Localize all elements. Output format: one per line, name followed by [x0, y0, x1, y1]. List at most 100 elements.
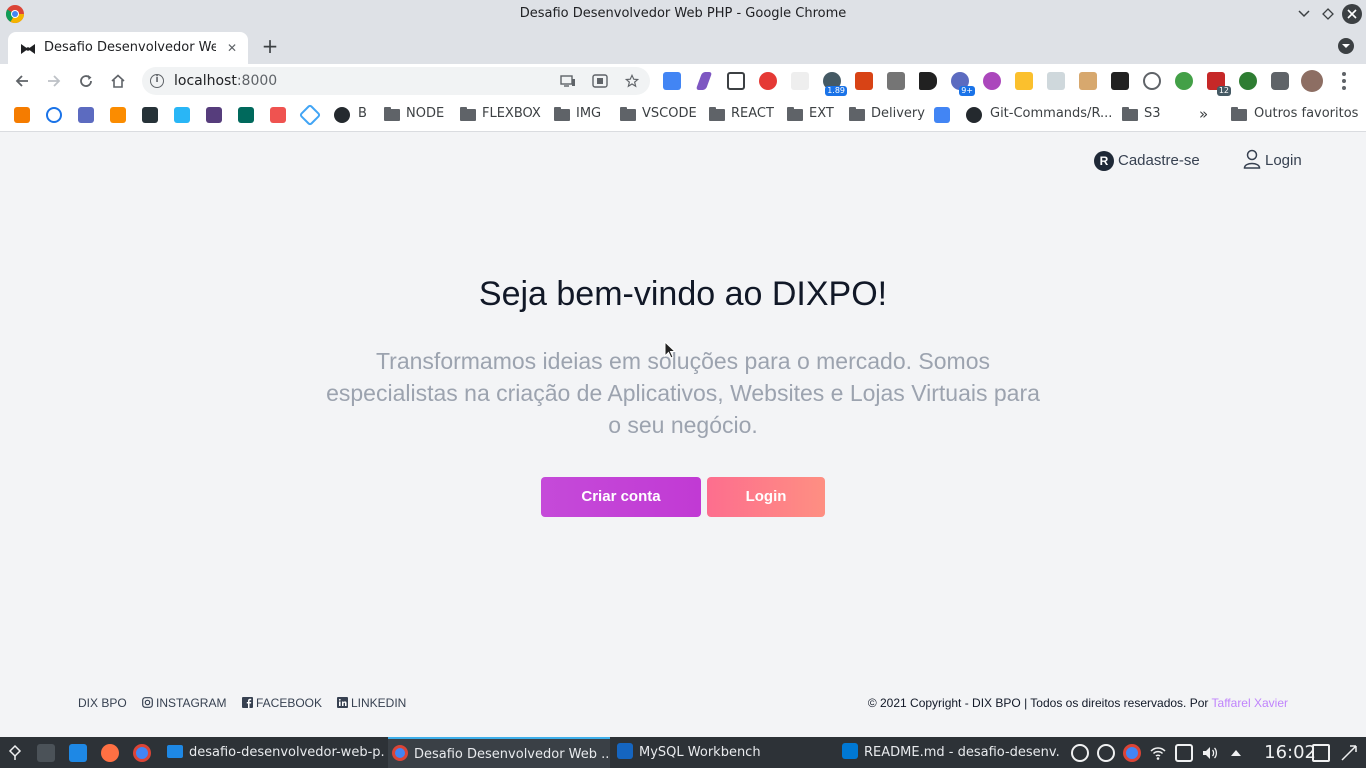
- folder-icon: [620, 107, 636, 121]
- site-info-icon[interactable]: i: [150, 74, 164, 88]
- diamond-icon: [1322, 8, 1334, 20]
- star-icon[interactable]: [624, 74, 640, 88]
- feather-extension-icon[interactable]: [695, 72, 713, 90]
- footer-facebook-link[interactable]: FACEBOOK: [242, 695, 322, 711]
- folder-icon: [384, 107, 400, 121]
- footer-instagram-link[interactable]: INSTAGRAM: [142, 695, 226, 711]
- code-extension-icon[interactable]: [1143, 72, 1161, 90]
- clipboard-icon[interactable]: [1175, 744, 1193, 762]
- bookmarks-overflow-button[interactable]: »: [1199, 98, 1208, 130]
- forward-button[interactable]: [42, 69, 66, 93]
- updates-icon[interactable]: [1097, 744, 1115, 762]
- task-vscode[interactable]: README.md - desafio-desenv...: [838, 737, 1060, 768]
- task-label: README.md - desafio-desenv...: [864, 745, 1060, 760]
- app-launcher-icon[interactable]: [6, 744, 24, 762]
- megaphone-extension-icon[interactable]: [855, 72, 873, 90]
- page-content: R Cadastre-se Login Seja bem-vindo ao DIX…: [0, 133, 1366, 737]
- speed-extension-icon[interactable]: 1.89: [823, 72, 847, 96]
- install-app-icon[interactable]: [560, 74, 576, 88]
- clock[interactable]: 16:02: [1264, 737, 1316, 768]
- wifi-icon[interactable]: [1149, 744, 1167, 762]
- folder-icon: [709, 107, 725, 121]
- reader-extension-icon[interactable]: [727, 72, 745, 90]
- note-extension-icon[interactable]: [1015, 72, 1033, 90]
- login-button[interactable]: Login: [707, 477, 825, 517]
- bookmark-stack-icon[interactable]: [14, 107, 30, 123]
- new-tab-button[interactable]: +: [258, 35, 282, 59]
- github-icon[interactable]: [334, 107, 350, 123]
- task-chrome[interactable]: Desafio Desenvolvedor Web ...: [388, 737, 610, 768]
- sync-icon[interactable]: [1071, 744, 1089, 762]
- calendar-extension-icon[interactable]: 12: [1207, 72, 1231, 96]
- evernote-extension-icon[interactable]: [1239, 72, 1257, 90]
- plus-extension-icon[interactable]: [1175, 72, 1193, 90]
- show-desktop-icon[interactable]: [1312, 744, 1330, 762]
- tab-close-button[interactable]: ✕: [224, 40, 240, 56]
- menu-icon[interactable]: [1342, 72, 1346, 90]
- bookmark-bootstrap-icon[interactable]: [206, 107, 222, 123]
- file-manager-icon[interactable]: [69, 744, 87, 762]
- profile-avatar[interactable]: [1301, 70, 1323, 92]
- bookmark-pma-icon[interactable]: [110, 107, 126, 123]
- grid-extension-icon[interactable]: [791, 72, 809, 90]
- task-mysql-workbench[interactable]: MySQL Workbench: [613, 737, 835, 768]
- vscode-icon: [842, 743, 858, 759]
- bookmark-folder-ext[interactable]: EXT: [809, 98, 834, 130]
- bookmark-folder-img[interactable]: IMG: [576, 98, 601, 130]
- bookmark-folder-flexbox[interactable]: FLEXBOX: [482, 98, 541, 130]
- task-file-manager[interactable]: desafio-desenvolvedor-web-p...: [163, 737, 385, 768]
- user-menu-icon[interactable]: [1340, 744, 1358, 762]
- reload-button[interactable]: [74, 69, 98, 93]
- minimize-button[interactable]: [1294, 4, 1314, 24]
- author-link[interactable]: Taffarel Xavier: [1212, 696, 1288, 710]
- close-window-button[interactable]: [1342, 4, 1362, 24]
- tray-expand-icon[interactable]: [1227, 744, 1245, 762]
- bookmark-triangle-icon[interactable]: [78, 107, 94, 123]
- bookmark-hex-icon[interactable]: [238, 107, 254, 123]
- bookmark-folder-vscode[interactable]: VSCODE: [642, 98, 697, 130]
- chrome-tray-icon[interactable]: [1123, 744, 1141, 762]
- terminal-icon[interactable]: [37, 744, 55, 762]
- bookmark-folder-node[interactable]: NODE: [406, 98, 444, 130]
- bookmark-check-icon[interactable]: [46, 107, 62, 123]
- bookmark-tailwind-icon[interactable]: [174, 107, 190, 123]
- back-button[interactable]: [10, 69, 34, 93]
- nav-login-link[interactable]: Login: [1243, 149, 1302, 173]
- broadcast-extension-icon[interactable]: [983, 72, 1001, 90]
- bookmark-folder-react[interactable]: REACT: [731, 98, 774, 130]
- home-button[interactable]: [106, 69, 130, 93]
- translate-icon[interactable]: [592, 74, 608, 88]
- firefox-icon[interactable]: [101, 744, 119, 762]
- address-bar[interactable]: i localhost:8000: [142, 67, 650, 95]
- bookmark-b[interactable]: B: [358, 98, 367, 130]
- move-extension-icon[interactable]: [1047, 72, 1065, 90]
- footer-brand[interactable]: DIX BPO: [78, 695, 127, 711]
- footer-linkedin-link[interactable]: LINKEDIN: [337, 695, 406, 711]
- chrome-taskbar-icon[interactable]: [133, 744, 151, 762]
- tab-active[interactable]: Desafio Desenvolvedor Web PHP ✕: [8, 32, 248, 64]
- create-account-button[interactable]: Criar conta: [541, 477, 701, 517]
- puzzle-icon[interactable]: [1271, 72, 1289, 90]
- bookmark-blocks-icon[interactable]: [270, 107, 286, 123]
- maximize-button[interactable]: [1318, 4, 1338, 24]
- adblock-extension-icon[interactable]: [759, 72, 777, 90]
- volume-extension-icon[interactable]: [919, 72, 937, 90]
- chrome-icon: [392, 745, 408, 761]
- bookmark-diamond-icon[interactable]: [298, 103, 322, 127]
- bookmark-other-favorites[interactable]: Outros favoritos: [1254, 98, 1358, 130]
- grammar-extension-icon[interactable]: [887, 72, 905, 90]
- register-link[interactable]: R Cadastre-se: [1094, 149, 1200, 173]
- bookmark-folder-s3[interactable]: S3: [1144, 98, 1161, 130]
- volume-icon[interactable]: [1201, 744, 1219, 762]
- bookmark-react-icon[interactable]: [142, 107, 158, 123]
- bookmark-folder-delivery[interactable]: Delivery: [871, 98, 925, 130]
- bookmark-translate-icon[interactable]: [934, 107, 950, 123]
- cb-extension-icon[interactable]: [1111, 72, 1129, 90]
- google-translate-extension-icon[interactable]: [663, 72, 681, 90]
- ruler-extension-icon[interactable]: [1079, 72, 1097, 90]
- tab-search-icon[interactable]: [1338, 38, 1354, 54]
- folder-icon: [460, 107, 476, 121]
- bookmark-git-commands[interactable]: Git-Commands/R...: [990, 98, 1112, 130]
- url-text[interactable]: localhost:8000: [174, 67, 277, 95]
- settings-extension-icon[interactable]: 9+: [951, 72, 975, 96]
